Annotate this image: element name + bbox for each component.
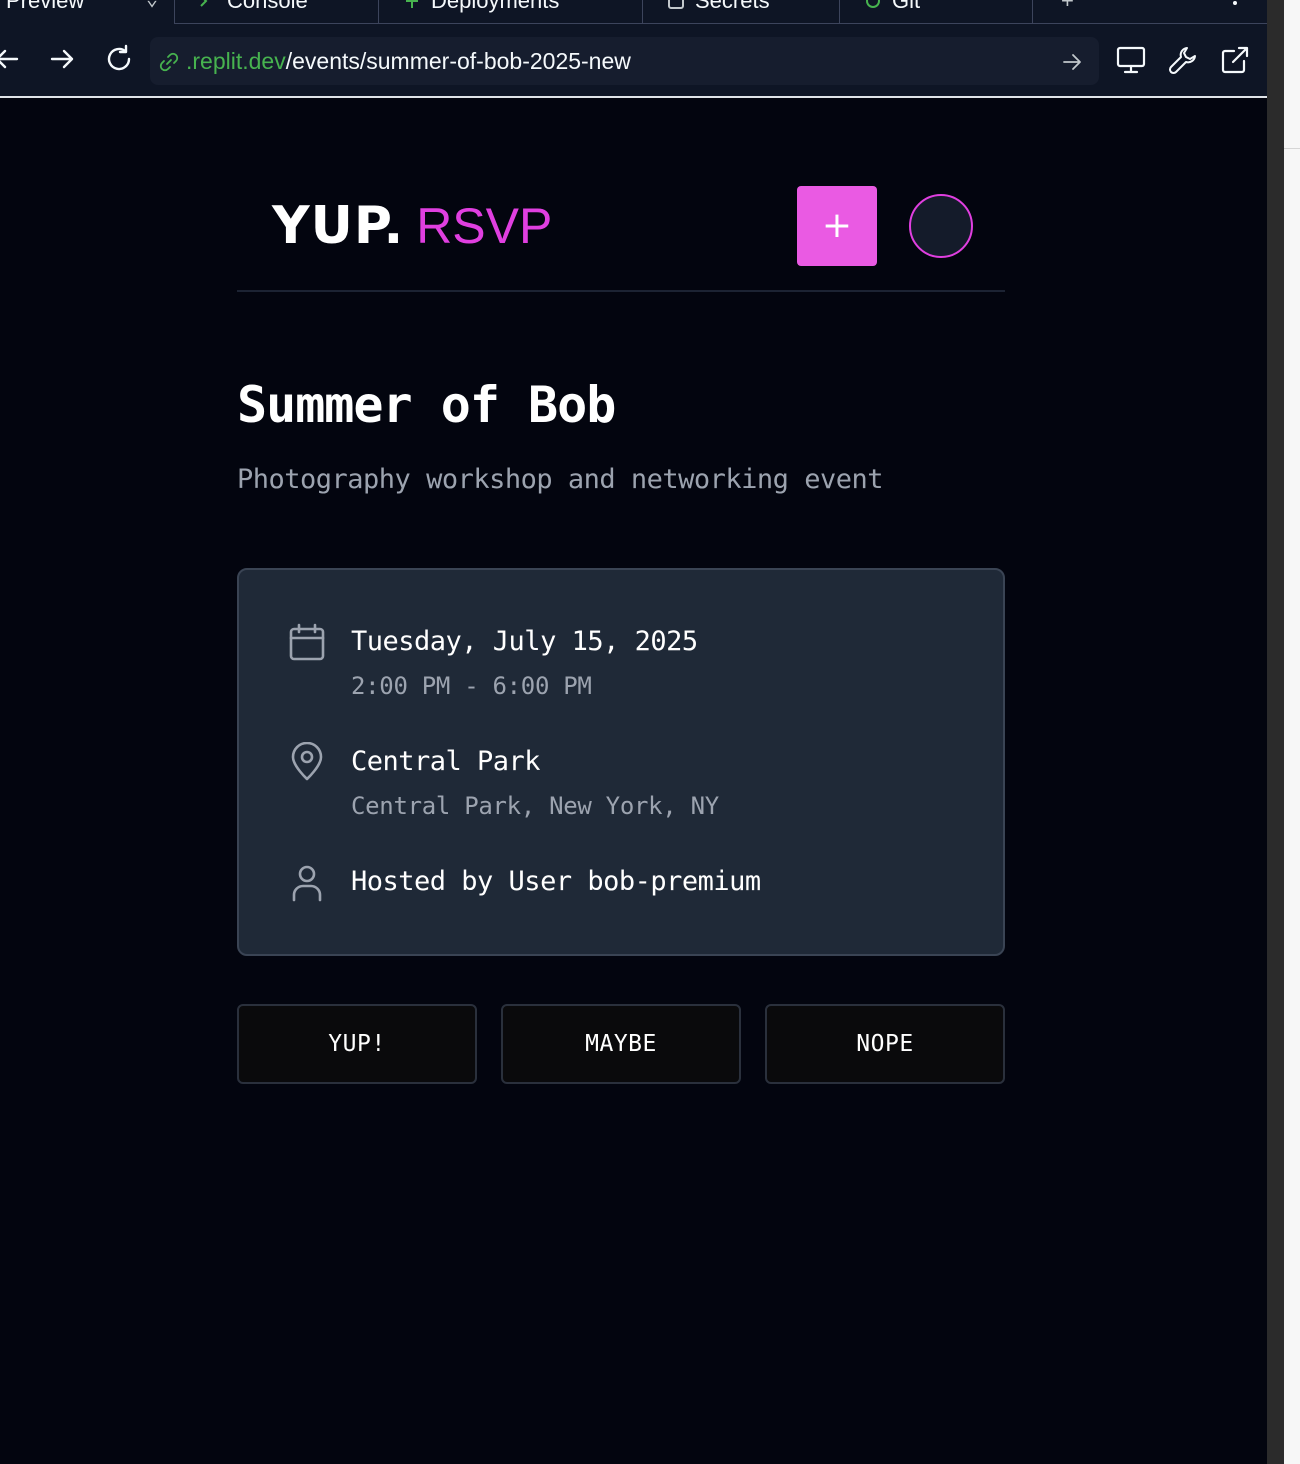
user-icon: [292, 865, 322, 902]
calendar-icon: [289, 623, 325, 661]
git-icon: [866, 0, 880, 8]
rsvp-yes-label: YUP!: [328, 1031, 386, 1057]
arrow-right-icon[interactable]: [1061, 51, 1083, 73]
tab-label-console: Console: [227, 0, 308, 13]
rsvp-no-label: NOPE: [856, 1031, 914, 1057]
event-address: Central Park, New York, NY: [351, 792, 719, 820]
tab-git[interactable]: Git: [839, 0, 1032, 24]
terminal-icon: [200, 0, 208, 7]
reload-button[interactable]: [104, 44, 134, 74]
tab-console[interactable]: Console: [174, 0, 378, 24]
url-bar[interactable]: .replit.dev/events/summer-of-bob-2025-ne…: [150, 37, 1099, 85]
tab-label-preview: Preview: [6, 0, 85, 13]
event-details-card: Tuesday, July 15, 2025 2:00 PM - 6:00 PM…: [237, 568, 1005, 956]
link-icon: [159, 52, 179, 72]
external-link-icon[interactable]: [1220, 45, 1250, 75]
tab-bar: Preview ⌄ Console Deployments Secrets Gi…: [0, 0, 1267, 26]
arrow-left-icon: [0, 49, 19, 69]
event-venue: Central Park: [351, 746, 541, 777]
event-subtitle: Photography workshop and networking even…: [237, 464, 883, 495]
app-logo[interactable]: YUP. RSVP: [272, 200, 552, 252]
tab-label-secrets: Secrets: [695, 0, 770, 13]
map-pin-icon: [291, 742, 323, 781]
wrench-icon[interactable]: [1168, 45, 1198, 75]
panel-divider: [1284, 148, 1300, 149]
rsvp-maybe-button[interactable]: MAYBE: [501, 1004, 741, 1084]
rsvp-yes-button[interactable]: YUP!: [237, 1004, 477, 1084]
event-time: 2:00 PM - 6:00 PM: [351, 672, 592, 700]
tab-label-deployments: Deployments: [431, 0, 560, 13]
browser-chrome: Preview ⌄ Console Deployments Secrets Gi…: [0, 0, 1267, 98]
header-divider: [237, 290, 1005, 292]
scrollbar-track[interactable]: [1267, 0, 1284, 1464]
adjacent-panel: [1284, 0, 1300, 1464]
forward-button[interactable]: [47, 44, 77, 74]
toolbar-divider: [0, 96, 1267, 98]
monitor-icon[interactable]: [1116, 45, 1146, 75]
rsvp-maybe-label: MAYBE: [585, 1031, 657, 1057]
browser-toolbar: .replit.dev/events/summer-of-bob-2025-ne…: [0, 26, 1267, 96]
tab-deployments[interactable]: Deployments: [378, 0, 642, 24]
user-avatar[interactable]: [909, 194, 973, 258]
deploy-icon: [406, 0, 418, 8]
rsvp-no-button[interactable]: NOPE: [765, 1004, 1005, 1084]
tab-label-git: Git: [892, 0, 921, 13]
arrow-right-icon: [50, 49, 74, 69]
more-options-icon[interactable]: [1232, 0, 1238, 6]
url-text: .replit.dev/events/summer-of-bob-2025-ne…: [186, 48, 631, 74]
url-domain: .replit.dev: [186, 48, 286, 74]
new-tab-label: +: [1061, 0, 1074, 13]
url-path: /events/summer-of-bob-2025-new: [285, 48, 631, 74]
chevron-down-icon[interactable]: ⌄: [146, 0, 158, 10]
logo-accent-text: RSVP: [416, 198, 553, 254]
back-button[interactable]: [0, 44, 22, 74]
create-event-button[interactable]: +: [797, 186, 877, 266]
lock-icon: [668, 0, 684, 9]
event-title: Summer of Bob: [237, 376, 616, 434]
event-host: Hosted by User bob-premium: [351, 866, 761, 897]
plus-icon: +: [821, 205, 853, 246]
reload-icon: [107, 44, 131, 71]
tab-secrets[interactable]: Secrets: [642, 0, 839, 24]
event-date: Tuesday, July 15, 2025: [351, 626, 698, 657]
logo-main-text: YUP.: [272, 196, 405, 256]
